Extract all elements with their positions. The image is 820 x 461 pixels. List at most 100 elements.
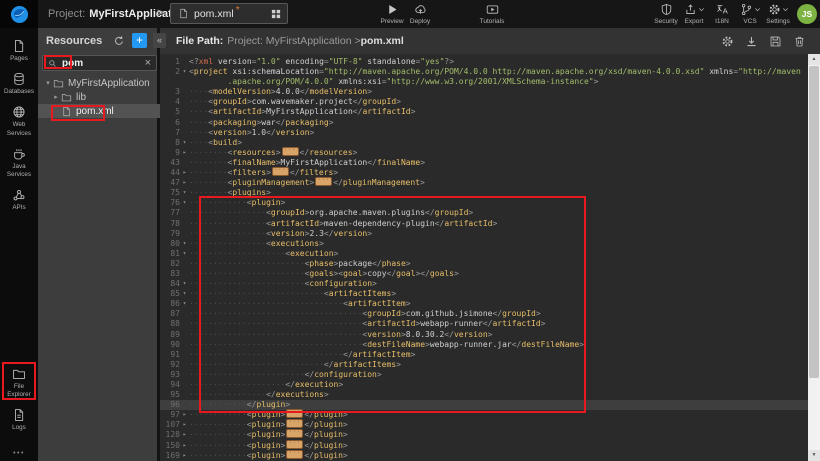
code-line-169[interactable]: 169▸············<plugin>···</plugin> (160, 451, 808, 461)
deploy-button[interactable]: Deploy (406, 3, 434, 25)
code-line-7[interactable]: 7····<version>1.0</version> (160, 128, 808, 138)
fold-toggle-icon[interactable]: ▸ (180, 451, 189, 461)
sidebar-item-pages[interactable]: Pages (0, 34, 38, 67)
sidebar-item-logs[interactable]: Logs (0, 403, 38, 436)
fold-toggle-icon[interactable]: ▸ (180, 178, 189, 188)
code-line-84[interactable]: 84▾························<configuratio… (160, 279, 808, 289)
code-editor[interactable]: 1<?xml version="1.0" encoding="UTF-8" st… (160, 54, 808, 461)
code-line-87[interactable]: 87····································<g… (160, 309, 808, 319)
code-line-47[interactable]: 47▸········<pluginManagement>···</plugin… (160, 178, 808, 188)
security-button[interactable]: Security (652, 3, 680, 25)
code-line-78[interactable]: 78················<artifactId>maven-depe… (160, 219, 808, 229)
tree-item-lib[interactable]: ▸lib (38, 90, 160, 104)
app-logo[interactable] (0, 0, 38, 28)
code-line-1[interactable]: 1<?xml version="1.0" encoding="UTF-8" st… (160, 57, 808, 67)
code-line-8[interactable]: 8▾····<build> (160, 138, 808, 148)
export-button[interactable]: Export (680, 3, 708, 25)
i18n-button[interactable]: AI18N (708, 3, 736, 25)
folded-code-widget[interactable]: ··· (315, 177, 332, 186)
folded-code-widget[interactable]: ··· (286, 440, 303, 449)
fold-toggle-icon[interactable]: ▸ (180, 430, 189, 440)
code-line-82[interactable]: 82························<phase>package… (160, 259, 808, 269)
code-line-89[interactable]: 89····································<v… (160, 330, 808, 340)
code-line-92[interactable]: 92····························</artifact… (160, 360, 808, 370)
download-file-icon[interactable] (745, 35, 758, 48)
code-line-3[interactable]: 3····<modelVersion>4.0.0</modelVersion> (160, 87, 808, 97)
editor-scrollbar[interactable]: ▲ ▼ (808, 54, 820, 461)
collapse-panel-button[interactable]: « (153, 33, 166, 48)
fold-toggle-icon[interactable]: ▾ (180, 289, 189, 299)
search-input[interactable]: pom × (42, 55, 157, 71)
code-line-81[interactable]: 81▾····················<execution> (160, 249, 808, 259)
fold-toggle-icon[interactable]: ▾ (180, 198, 189, 208)
folded-code-widget[interactable]: ··· (286, 429, 303, 438)
user-avatar[interactable]: JS (797, 4, 817, 24)
folded-code-widget[interactable]: ··· (282, 147, 299, 156)
fold-toggle-icon[interactable]: ▸ (180, 410, 189, 420)
delete-file-icon[interactable] (793, 35, 806, 48)
sidebar-overflow-icon[interactable]: ••• (0, 450, 38, 457)
add-resource-button[interactable]: + (132, 33, 147, 48)
code-line-94[interactable]: 94····················</execution> (160, 380, 808, 390)
settings-button[interactable]: Settings (764, 3, 792, 25)
code-line-5[interactable]: 5····<artifactId>MyFirstApplication</art… (160, 107, 808, 117)
code-line-76[interactable]: 76▾············<plugin> (160, 198, 808, 208)
code-line-43[interactable]: 43········<finalName>MyFirstApplication<… (160, 158, 808, 168)
code-line-9[interactable]: 9▸········<resources>···</resources> (160, 148, 808, 158)
fold-toggle-icon[interactable]: ▸ (180, 148, 189, 158)
code-line-97[interactable]: 97▸············<plugin>···</plugin> (160, 410, 808, 420)
clear-search-icon[interactable]: × (145, 58, 151, 69)
code-line-44[interactable]: 44▸········<filters>···</filters> (160, 168, 808, 178)
code-line-80[interactable]: 80▾················<executions> (160, 239, 808, 249)
refresh-icon[interactable] (113, 35, 125, 47)
code-line-96[interactable]: 96············</plugin> (160, 400, 808, 410)
code-line-90[interactable]: 90····································<d… (160, 340, 808, 350)
code-line-6[interactable]: 6····<packaging>war</packaging> (160, 118, 808, 128)
code-line-75[interactable]: 75▾········<plugins> (160, 188, 808, 198)
fold-toggle-icon[interactable]: ▾ (180, 279, 189, 289)
tutorials-button[interactable]: Tutorials (478, 3, 506, 25)
tree-item-pom-xml[interactable]: pom.xml (38, 104, 160, 118)
fold-toggle-icon[interactable]: ▾ (180, 239, 189, 249)
sidebar-item-apis[interactable]: APIs (0, 183, 38, 216)
folded-code-widget[interactable]: ··· (272, 167, 289, 176)
tree-item-myfirstapplication[interactable]: ▾MyFirstApplication (38, 76, 160, 90)
fold-toggle-icon[interactable]: ▸ (180, 168, 189, 178)
code-line-93[interactable]: 93························</configuratio… (160, 370, 808, 380)
scroll-down-icon[interactable]: ▼ (808, 450, 820, 461)
code-line-107[interactable]: 107▸············<plugin>···</plugin> (160, 420, 808, 430)
code-line-79[interactable]: 79················<version>2.3</version> (160, 229, 808, 239)
tab-pom-xml[interactable]: pom.xml * (170, 3, 288, 24)
code-line-85[interactable]: 85▾····························<artifact… (160, 289, 808, 299)
code-line-4[interactable]: 4····<groupId>com.wavemaker.project</gro… (160, 97, 808, 107)
code-line-83[interactable]: 83························<goals><goal>c… (160, 269, 808, 279)
code-line-wrap[interactable]: .apache.org/POM/4.0.0" xmlns:xsi="http:/… (160, 77, 808, 87)
editor-settings-gear-icon[interactable] (721, 35, 734, 48)
code-line-128[interactable]: 128▸············<plugin>···</plugin> (160, 430, 808, 440)
folded-code-widget[interactable]: ··· (286, 450, 303, 459)
code-line-86[interactable]: 86▾································<arti… (160, 299, 808, 309)
save-file-icon[interactable] (769, 35, 782, 48)
tree-expander-icon[interactable]: ▾ (44, 79, 52, 87)
sidebar-item-file-explorer[interactable]: File Explorer (0, 362, 38, 403)
sidebar-item-java-services[interactable]: Java Services (0, 142, 38, 183)
code-line-77[interactable]: 77················<groupId>org.apache.ma… (160, 208, 808, 218)
sidebar-item-databases[interactable]: Databases (0, 67, 38, 100)
fold-toggle-icon[interactable]: ▾ (180, 249, 189, 259)
fold-toggle-icon[interactable]: ▾ (180, 299, 189, 309)
tab-grid-icon[interactable] (270, 8, 282, 20)
fold-toggle-icon[interactable]: ▾ (180, 138, 189, 148)
code-line-91[interactable]: 91································</arti… (160, 350, 808, 360)
fold-toggle-icon[interactable]: ▾ (180, 67, 189, 77)
code-line-150[interactable]: 150▸············<plugin>···</plugin> (160, 441, 808, 451)
fold-toggle-icon[interactable]: ▸ (180, 420, 189, 430)
sidebar-item-web-services[interactable]: Web Services (0, 100, 38, 141)
fold-toggle-icon[interactable]: ▾ (180, 188, 189, 198)
fold-toggle-icon[interactable]: ▸ (180, 441, 189, 451)
code-line-95[interactable]: 95················</executions> (160, 390, 808, 400)
folded-code-widget[interactable]: ··· (286, 409, 303, 418)
code-line-2[interactable]: 2▾<project xsi:schemaLocation="http://ma… (160, 67, 808, 77)
code-line-88[interactable]: 88····································<a… (160, 319, 808, 329)
scrollbar-thumb[interactable] (809, 66, 819, 378)
preview-button[interactable]: Preview (378, 3, 406, 25)
